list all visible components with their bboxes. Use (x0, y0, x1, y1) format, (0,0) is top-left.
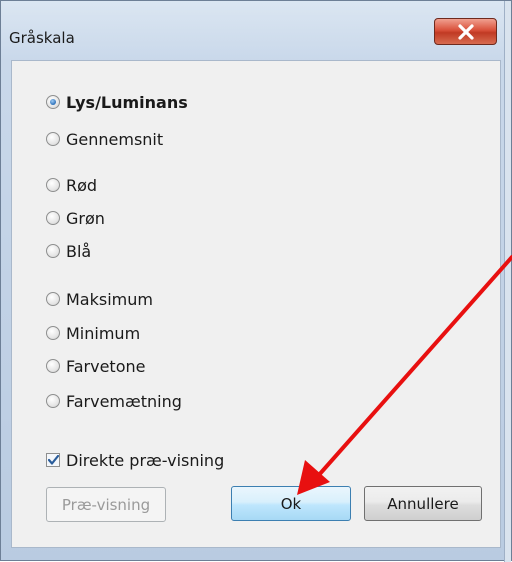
annotation-arrow (297, 255, 512, 495)
